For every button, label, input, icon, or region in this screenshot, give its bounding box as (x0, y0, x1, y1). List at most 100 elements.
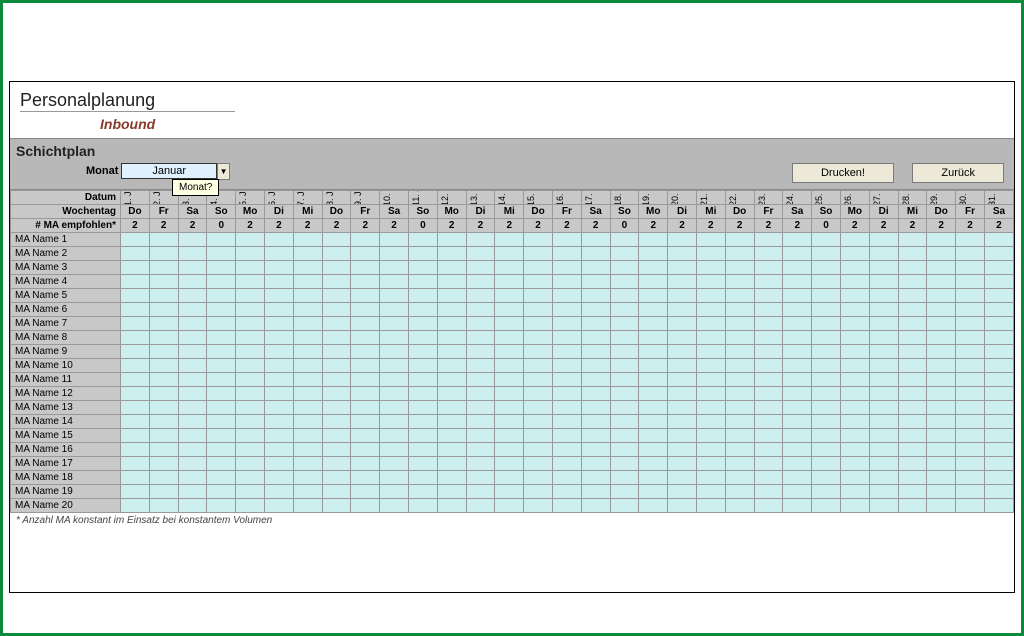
shift-cell[interactable] (956, 401, 985, 415)
shift-cell[interactable] (581, 359, 610, 373)
shift-cell[interactable] (898, 359, 927, 373)
shift-cell[interactable] (581, 331, 610, 345)
shift-cell[interactable] (984, 247, 1013, 261)
shift-cell[interactable] (754, 387, 783, 401)
shift-cell[interactable] (178, 275, 207, 289)
shift-cell[interactable] (956, 317, 985, 331)
shift-cell[interactable] (408, 233, 437, 247)
shift-cell[interactable] (581, 387, 610, 401)
shift-cell[interactable] (178, 401, 207, 415)
shift-cell[interactable] (236, 471, 265, 485)
shift-cell[interactable] (466, 289, 495, 303)
shift-cell[interactable] (725, 261, 754, 275)
shift-cell[interactable] (984, 457, 1013, 471)
shift-cell[interactable] (437, 401, 466, 415)
shift-cell[interactable] (898, 457, 927, 471)
shift-cell[interactable] (956, 429, 985, 443)
shift-cell[interactable] (898, 387, 927, 401)
shift-cell[interactable] (380, 401, 409, 415)
shift-cell[interactable] (351, 387, 380, 401)
shift-cell[interactable] (783, 233, 812, 247)
shift-cell[interactable] (466, 415, 495, 429)
shift-cell[interactable] (207, 345, 236, 359)
shift-cell[interactable] (840, 401, 869, 415)
shift-cell[interactable] (668, 443, 697, 457)
shift-cell[interactable] (236, 359, 265, 373)
shift-cell[interactable] (639, 457, 668, 471)
shift-cell[interactable] (610, 289, 639, 303)
shift-cell[interactable] (495, 233, 524, 247)
shift-cell[interactable] (783, 317, 812, 331)
shift-cell[interactable] (178, 499, 207, 513)
shift-cell[interactable] (207, 247, 236, 261)
shift-cell[interactable] (236, 401, 265, 415)
shift-cell[interactable] (754, 247, 783, 261)
shift-cell[interactable] (927, 247, 956, 261)
shift-cell[interactable] (293, 359, 322, 373)
shift-cell[interactable] (524, 373, 553, 387)
shift-cell[interactable] (696, 233, 725, 247)
shift-cell[interactable] (351, 345, 380, 359)
shift-cell[interactable] (898, 233, 927, 247)
shift-cell[interactable] (149, 415, 178, 429)
shift-cell[interactable] (783, 247, 812, 261)
shift-cell[interactable] (696, 499, 725, 513)
shift-cell[interactable] (236, 429, 265, 443)
shift-cell[interactable] (322, 261, 351, 275)
shift-cell[interactable] (178, 247, 207, 261)
shift-cell[interactable] (322, 401, 351, 415)
shift-cell[interactable] (524, 359, 553, 373)
shift-cell[interactable] (840, 247, 869, 261)
shift-cell[interactable] (121, 387, 150, 401)
shift-cell[interactable] (408, 331, 437, 345)
shift-cell[interactable] (754, 261, 783, 275)
shift-cell[interactable] (121, 303, 150, 317)
shift-cell[interactable] (552, 317, 581, 331)
shift-cell[interactable] (840, 415, 869, 429)
shift-cell[interactable] (437, 471, 466, 485)
shift-cell[interactable] (869, 289, 898, 303)
shift-cell[interactable] (524, 485, 553, 499)
shift-cell[interactable] (696, 471, 725, 485)
shift-cell[interactable] (869, 387, 898, 401)
shift-cell[interactable] (495, 317, 524, 331)
shift-cell[interactable] (380, 485, 409, 499)
shift-cell[interactable] (754, 303, 783, 317)
shift-cell[interactable] (552, 247, 581, 261)
shift-cell[interactable] (869, 233, 898, 247)
shift-cell[interactable] (984, 401, 1013, 415)
shift-cell[interactable] (927, 289, 956, 303)
shift-cell[interactable] (956, 303, 985, 317)
shift-cell[interactable] (264, 331, 293, 345)
shift-cell[interactable] (149, 331, 178, 345)
shift-cell[interactable] (812, 261, 841, 275)
shift-cell[interactable] (668, 359, 697, 373)
shift-cell[interactable] (495, 443, 524, 457)
shift-cell[interactable] (524, 499, 553, 513)
shift-cell[interactable] (581, 415, 610, 429)
shift-cell[interactable] (639, 373, 668, 387)
shift-cell[interactable] (783, 499, 812, 513)
shift-cell[interactable] (639, 317, 668, 331)
shift-cell[interactable] (754, 443, 783, 457)
shift-cell[interactable] (668, 387, 697, 401)
shift-cell[interactable] (380, 359, 409, 373)
shift-cell[interactable] (207, 485, 236, 499)
shift-cell[interactable] (322, 359, 351, 373)
shift-cell[interactable] (610, 485, 639, 499)
shift-cell[interactable] (437, 387, 466, 401)
shift-cell[interactable] (927, 401, 956, 415)
shift-cell[interactable] (610, 233, 639, 247)
shift-cell[interactable] (236, 303, 265, 317)
shift-cell[interactable] (869, 303, 898, 317)
shift-cell[interactable] (495, 359, 524, 373)
shift-cell[interactable] (236, 275, 265, 289)
shift-cell[interactable] (552, 457, 581, 471)
shift-cell[interactable] (178, 415, 207, 429)
shift-cell[interactable] (293, 415, 322, 429)
shift-cell[interactable] (207, 289, 236, 303)
shift-cell[interactable] (149, 247, 178, 261)
shift-cell[interactable] (121, 345, 150, 359)
shift-cell[interactable] (869, 429, 898, 443)
shift-cell[interactable] (351, 331, 380, 345)
